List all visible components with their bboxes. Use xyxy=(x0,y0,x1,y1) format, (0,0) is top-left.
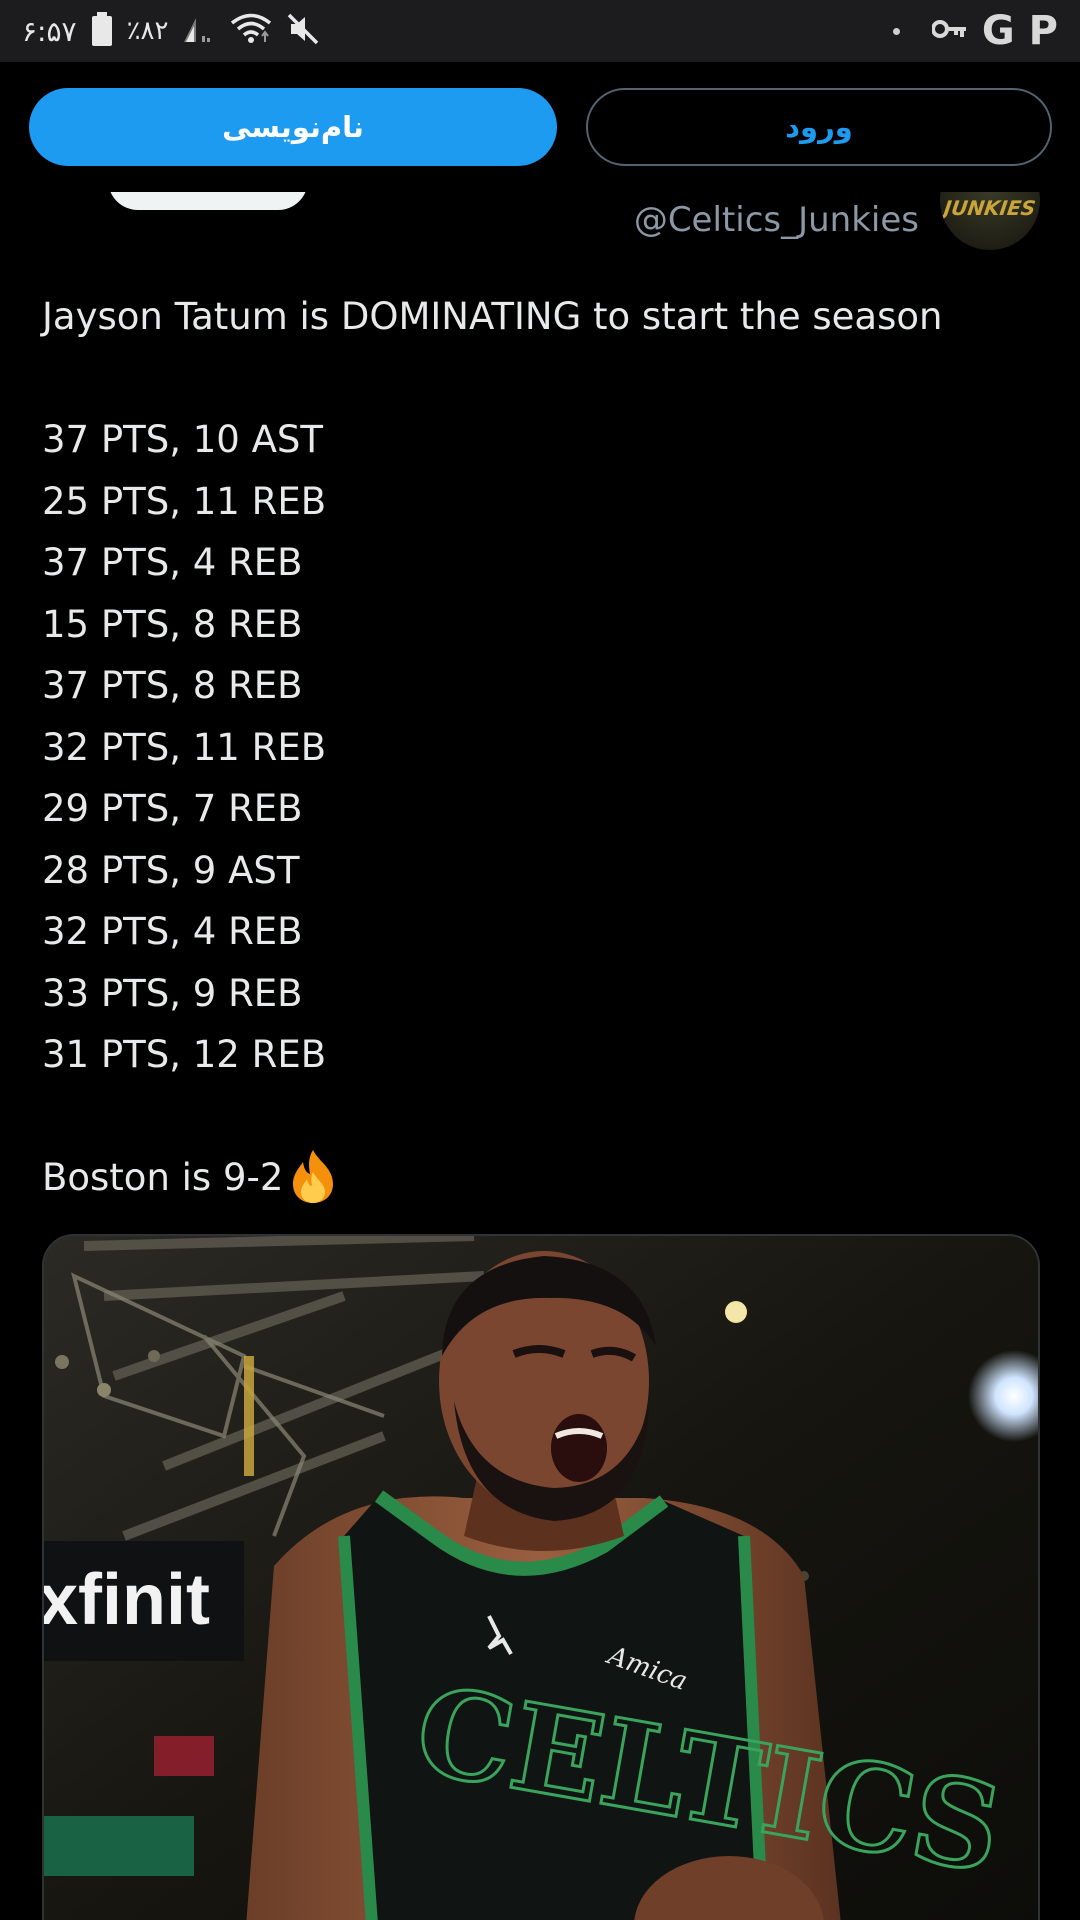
stat-line: 25 PTS, 11 REB xyxy=(42,479,327,523)
fire-emoji-icon xyxy=(289,1148,337,1204)
stat-line: 37 PTS, 8 REB xyxy=(42,664,303,707)
status-bar-right: G P xyxy=(892,8,1058,54)
screen: ۶:۵۷ ٪۸۲ G P JUNKIES @Celtics_Junkies نا… xyxy=(0,0,1080,1920)
status-time: ۶:۵۷ xyxy=(22,14,77,48)
status-bar-left: ۶:۵۷ ٪۸۲ xyxy=(22,12,320,50)
stat-line: 37 PTS, 10 AST xyxy=(42,418,324,461)
stat-line: 28 PTS, 9 AST xyxy=(42,848,300,892)
stat-line: 32 PTS, 4 REB xyxy=(42,910,303,953)
tweet-closing: Boston is 9-2 xyxy=(42,1156,284,1199)
tweet-text: Jayson Tatum is DOMINATING to start the … xyxy=(42,286,1042,1209)
key-icon xyxy=(930,18,968,44)
mute-icon xyxy=(286,12,320,50)
stat-line: 15 PTS, 8 REB xyxy=(42,602,303,646)
stat-line: 32 PTS, 11 REB xyxy=(42,725,327,769)
signup-button[interactable]: نام‌نویسی xyxy=(29,88,557,166)
notification-dot-icon xyxy=(892,27,900,35)
battery-percent: ٪۸۲ xyxy=(126,16,169,46)
arena-sign-text: xfinit xyxy=(44,1560,210,1640)
auth-bar: نام‌نویسی ورود xyxy=(0,62,1080,192)
stat-line: 29 PTS, 7 REB xyxy=(42,787,303,830)
status-bar: ۶:۵۷ ٪۸۲ G P xyxy=(0,0,1080,62)
signal-icon xyxy=(182,14,216,48)
tweet-intro: Jayson Tatum is DOMINATING to start the … xyxy=(42,295,943,338)
avatar-logo-text: JUNKIES xyxy=(942,196,1038,220)
tweet-closing-line: Boston is 9-2 xyxy=(42,1147,1042,1209)
stat-line: 31 PTS, 12 REB xyxy=(42,1033,327,1076)
login-button[interactable]: ورود xyxy=(586,88,1052,166)
wifi-icon xyxy=(230,12,272,50)
p-letter-icon: P xyxy=(1028,8,1058,54)
account-handle[interactable]: @Celtics_Junkies xyxy=(634,200,919,240)
tweet-media-photo[interactable]: xfinit CELTICS Amica xyxy=(42,1234,1040,1920)
g-letter-icon: G xyxy=(981,8,1015,54)
battery-icon xyxy=(91,12,113,50)
stat-line: 33 PTS, 9 REB xyxy=(42,971,303,1015)
stat-line: 37 PTS, 4 REB xyxy=(42,541,303,584)
